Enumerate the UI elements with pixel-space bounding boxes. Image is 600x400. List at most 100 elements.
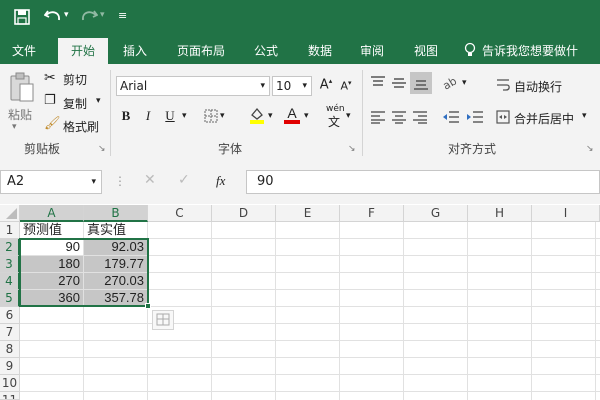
cell-a5[interactable]: 360 bbox=[20, 290, 84, 307]
name-box[interactable]: A2 ▾ bbox=[0, 170, 102, 194]
increase-font-size-icon[interactable]: A▴ bbox=[318, 77, 334, 92]
format-painter-button[interactable]: 格式刷 bbox=[63, 118, 99, 135]
row-header-3[interactable]: 3 bbox=[0, 256, 20, 273]
formula-input[interactable]: 90 bbox=[246, 170, 600, 194]
row-header-6[interactable]: 6 bbox=[0, 307, 20, 324]
clipboard-launcher-icon[interactable]: ↘ bbox=[98, 144, 106, 154]
font-size-value: 10 bbox=[276, 79, 292, 93]
copy-icon[interactable]: ❐ bbox=[44, 93, 56, 108]
copy-button[interactable]: 复制 bbox=[63, 95, 87, 112]
borders-icon[interactable] bbox=[204, 109, 218, 126]
tab-insert[interactable]: 插入 bbox=[112, 38, 158, 64]
format-painter-icon[interactable]: 🖌 bbox=[44, 116, 61, 131]
undo-icon[interactable] bbox=[43, 8, 62, 28]
redo-icon[interactable] bbox=[80, 8, 99, 28]
select-all-button[interactable] bbox=[0, 205, 20, 222]
customize-icon[interactable]: ≡ bbox=[118, 9, 127, 22]
wrap-text-icon[interactable] bbox=[496, 78, 510, 95]
enter-icon[interactable]: ✓ bbox=[178, 172, 190, 188]
align-right-icon[interactable] bbox=[412, 110, 428, 127]
fill-handle[interactable] bbox=[145, 303, 151, 309]
tab-page-layout[interactable]: 页面布局 bbox=[168, 38, 234, 64]
column-header-h[interactable]: H bbox=[468, 205, 532, 222]
tab-file[interactable]: 文件 bbox=[4, 38, 44, 64]
row-header-7[interactable]: 7 bbox=[0, 324, 20, 341]
decrease-indent-icon[interactable] bbox=[442, 110, 460, 127]
align-left-icon[interactable] bbox=[370, 110, 386, 127]
chevron-down-icon: ▾ bbox=[91, 177, 96, 187]
tell-me-box[interactable]: 告诉我您想要做什么... bbox=[482, 38, 600, 84]
quick-analysis-icon[interactable] bbox=[152, 310, 174, 330]
column-header-i[interactable]: I bbox=[532, 205, 600, 222]
copy-dropdown-icon[interactable]: ▾ bbox=[96, 96, 101, 106]
row-header-4[interactable]: 4 bbox=[0, 273, 20, 290]
font-launcher-icon[interactable]: ↘ bbox=[348, 144, 356, 154]
column-header-d[interactable]: D bbox=[212, 205, 276, 222]
tab-review[interactable]: 审阅 bbox=[350, 38, 394, 64]
tab-home[interactable]: 开始 bbox=[58, 38, 108, 64]
borders-dropdown-icon[interactable]: ▾ bbox=[220, 111, 225, 121]
cut-button[interactable]: 剪切 bbox=[63, 71, 87, 88]
cell-a3[interactable]: 180 bbox=[20, 256, 84, 273]
undo-dropdown-icon[interactable]: ▾ bbox=[64, 10, 69, 20]
font-name-combo[interactable]: Arial ▾ bbox=[116, 76, 270, 96]
cell-b5[interactable]: 357.78 bbox=[84, 290, 148, 307]
row-header-1[interactable]: 1 bbox=[0, 222, 20, 239]
fill-color-dropdown-icon[interactable]: ▾ bbox=[268, 111, 273, 121]
cell-a1[interactable]: 预测值 bbox=[20, 222, 84, 239]
chevron-down-icon: ▾ bbox=[260, 81, 265, 91]
insert-function-button[interactable]: fx bbox=[216, 173, 225, 189]
cell-b3[interactable]: 179.77 bbox=[84, 256, 148, 273]
cell-b2[interactable]: 92.03 bbox=[84, 239, 148, 256]
fill-color-icon[interactable] bbox=[248, 106, 266, 127]
cell-a2[interactable]: 90 bbox=[20, 239, 84, 256]
more-options-icon: ⋮ bbox=[114, 174, 126, 188]
paste-button[interactable]: 粘贴 bbox=[8, 106, 32, 123]
row-header-9[interactable]: 9 bbox=[0, 358, 20, 375]
row-header-11[interactable]: 11 bbox=[0, 392, 20, 400]
bold-button[interactable]: B bbox=[118, 108, 134, 124]
redo-dropdown-icon[interactable]: ▾ bbox=[100, 10, 105, 20]
row-header-2[interactable]: 2 bbox=[0, 239, 20, 256]
underline-button[interactable]: U bbox=[162, 108, 178, 124]
orientation-dropdown-icon[interactable]: ▾ bbox=[462, 78, 467, 88]
paste-icon[interactable] bbox=[8, 72, 36, 106]
merge-dropdown-icon[interactable]: ▾ bbox=[582, 111, 587, 121]
row-header-8[interactable]: 8 bbox=[0, 341, 20, 358]
save-icon[interactable] bbox=[14, 9, 30, 29]
column-header-a[interactable]: A bbox=[20, 205, 84, 222]
font-color-icon[interactable]: A bbox=[284, 106, 300, 124]
align-bottom-icon[interactable] bbox=[410, 72, 432, 94]
merge-center-icon[interactable] bbox=[496, 110, 510, 127]
font-size-combo[interactable]: 10 ▾ bbox=[272, 76, 312, 96]
column-header-b[interactable]: B bbox=[84, 205, 148, 222]
align-top-icon[interactable] bbox=[370, 76, 386, 93]
tab-data[interactable]: 数据 bbox=[298, 38, 342, 64]
wrap-text-button[interactable]: 自动换行 bbox=[514, 78, 562, 95]
merge-center-button[interactable]: 合并后居中 bbox=[514, 110, 574, 127]
cell-a4[interactable]: 270 bbox=[20, 273, 84, 290]
cell-b4[interactable]: 270.03 bbox=[84, 273, 148, 290]
phonetic-dropdown-icon[interactable]: ▾ bbox=[346, 111, 351, 121]
alignment-launcher-icon[interactable]: ↘ bbox=[586, 144, 594, 154]
align-middle-icon[interactable] bbox=[391, 76, 407, 93]
column-header-f[interactable]: F bbox=[340, 205, 404, 222]
column-header-c[interactable]: C bbox=[148, 205, 212, 222]
align-center-icon[interactable] bbox=[391, 110, 407, 127]
row-header-10[interactable]: 10 bbox=[0, 375, 20, 392]
scissors-icon[interactable]: ✂ bbox=[44, 70, 56, 86]
font-color-dropdown-icon[interactable]: ▾ bbox=[304, 111, 309, 121]
tab-view[interactable]: 视图 bbox=[404, 38, 448, 64]
tab-formulas[interactable]: 公式 bbox=[244, 38, 288, 64]
increase-indent-icon[interactable] bbox=[466, 110, 484, 127]
row-header-5[interactable]: 5 bbox=[0, 290, 20, 307]
paste-dropdown-icon[interactable]: ▾ bbox=[12, 122, 17, 132]
decrease-font-size-icon[interactable]: A▾ bbox=[338, 79, 354, 93]
cancel-icon[interactable]: ✕ bbox=[144, 172, 156, 188]
underline-dropdown-icon[interactable]: ▾ bbox=[182, 111, 187, 121]
column-header-g[interactable]: G bbox=[404, 205, 468, 222]
cell-b1[interactable]: 真实值 bbox=[84, 222, 148, 239]
orientation-icon[interactable]: ab bbox=[441, 74, 460, 93]
italic-button[interactable]: I bbox=[140, 108, 156, 124]
column-header-e[interactable]: E bbox=[276, 205, 340, 222]
